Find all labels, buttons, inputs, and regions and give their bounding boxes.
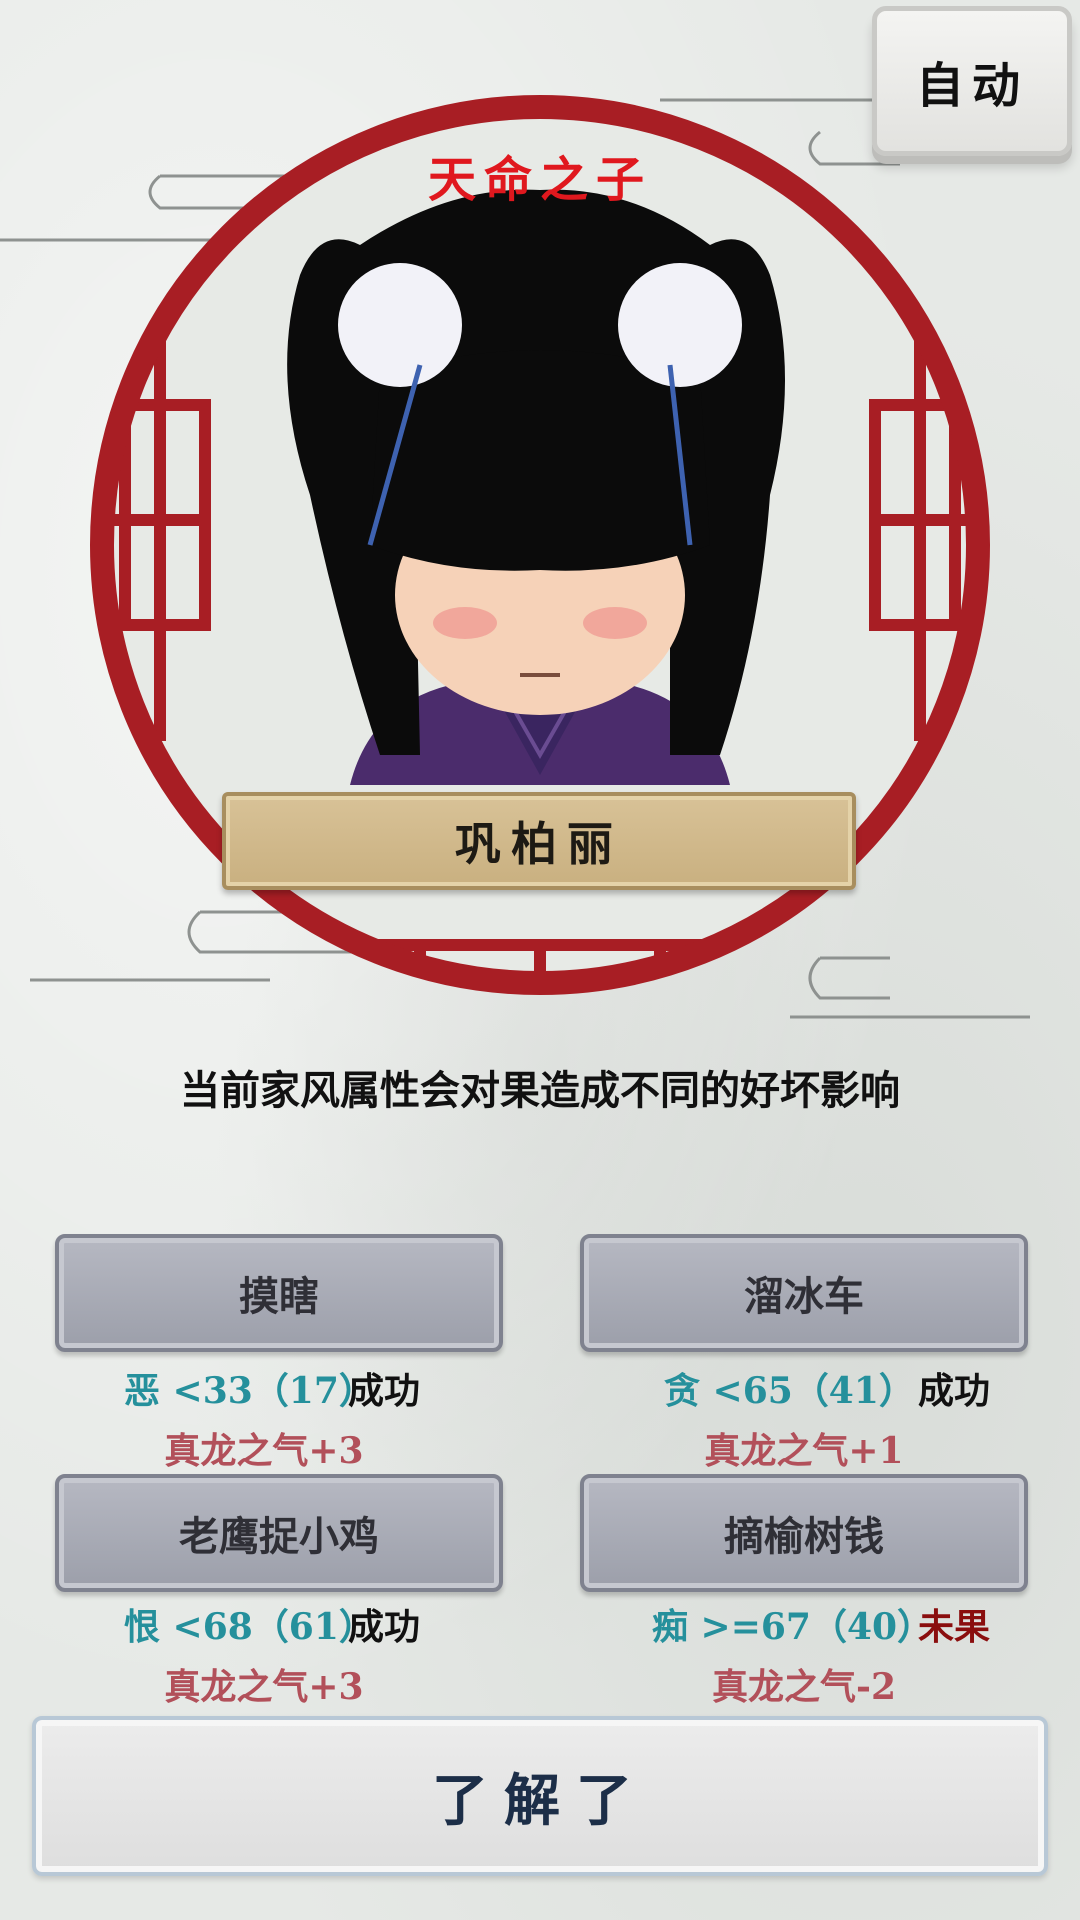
- choice-4-effect: 真龙之气-2: [712, 1666, 896, 1708]
- choice-1-effect: 真龙之气+3: [164, 1430, 364, 1472]
- confirm-button[interactable]: 了解了: [32, 1716, 1048, 1876]
- choice-1-result: 成功: [348, 1370, 421, 1412]
- character-name-plate: 巩柏丽: [222, 792, 856, 890]
- choice-button-3[interactable]: 老鹰捉小鸡: [55, 1474, 503, 1592]
- character-title: 天命之子: [427, 152, 652, 208]
- choice-button-1[interactable]: 摸瞎: [55, 1234, 503, 1352]
- choice-2-condition: 贪 <65（41）: [664, 1370, 915, 1412]
- choice-button-4[interactable]: 摘榆树钱: [580, 1474, 1028, 1592]
- choice-2-effect: 真龙之气+1: [704, 1430, 904, 1472]
- choice-3-effect: 真龙之气+3: [164, 1666, 364, 1708]
- character-portrait: [287, 189, 785, 785]
- choice-1-condition: 恶 <33（17）: [124, 1370, 375, 1412]
- choice-button-2[interactable]: 溜冰车: [580, 1234, 1028, 1352]
- choice-2-result: 成功: [918, 1370, 991, 1412]
- choice-4-result: 未果: [918, 1606, 991, 1648]
- hint-text: 当前家风属性会对果造成不同的好坏影响: [180, 1067, 900, 1114]
- choice-3-condition: 恨 <68（61）: [124, 1606, 375, 1648]
- choice-3-result: 成功: [348, 1606, 421, 1648]
- choice-4-condition: 痴 >=67（40）: [652, 1606, 934, 1648]
